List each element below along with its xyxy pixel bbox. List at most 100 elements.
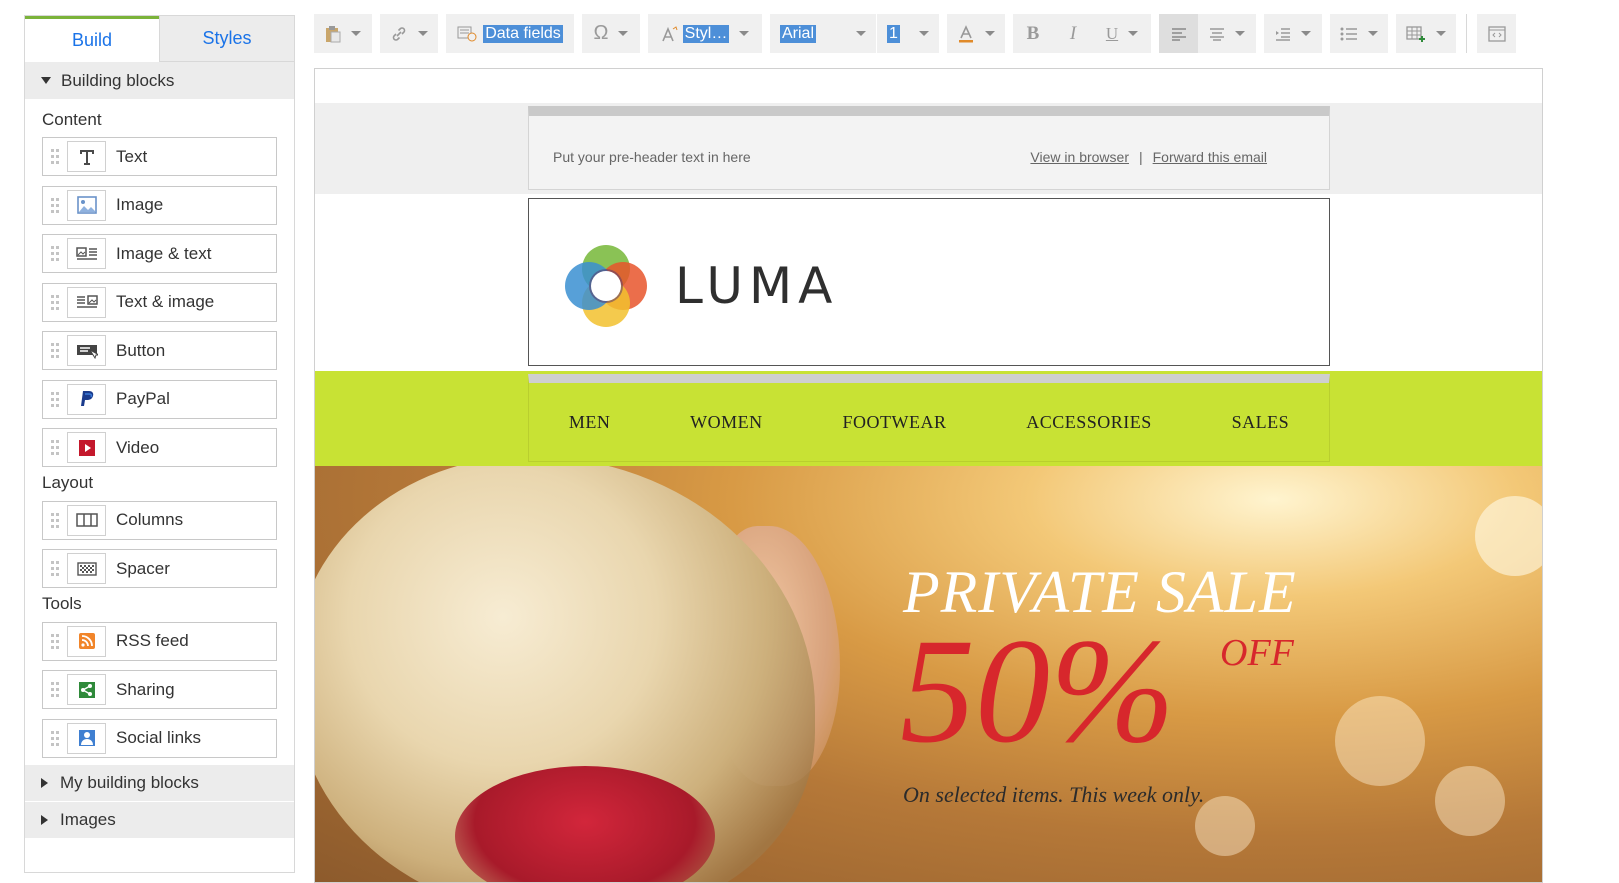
tools-group-title: Tools	[42, 593, 82, 613]
view-in-browser-link[interactable]: View in browser	[1030, 149, 1129, 165]
drag-handle-icon[interactable]	[43, 623, 67, 660]
dropdown-arrow-icon	[1235, 31, 1245, 36]
panel-tabs: Build Styles	[25, 16, 294, 62]
nav-link-accessories[interactable]: ACCESSORIES	[1026, 412, 1152, 433]
align-center-icon	[1210, 27, 1224, 41]
font-size-select[interactable]: 1	[877, 14, 939, 53]
email-nav-bar[interactable]: MEN WOMEN FOOTWEAR ACCESSORIES SALES	[528, 374, 1330, 462]
drag-handle-icon[interactable]	[43, 502, 67, 539]
font-family-value: Arial	[780, 24, 817, 43]
bokeh-light	[1435, 766, 1505, 836]
dropdown-arrow-icon	[351, 31, 361, 36]
dropdown-arrow-icon	[985, 31, 995, 36]
text-color-button[interactable]	[947, 14, 1005, 53]
video-icon	[67, 432, 106, 463]
block-sharing[interactable]: Sharing	[42, 670, 277, 709]
logo-block[interactable]: LUMA	[528, 198, 1330, 366]
styles-dropdown[interactable]: Styl…	[648, 14, 762, 53]
toolbar-separator	[1466, 14, 1467, 53]
list-button[interactable]	[1330, 14, 1388, 53]
paste-button[interactable]	[314, 14, 372, 53]
block-label: RSS feed	[116, 631, 189, 650]
my-building-blocks-label: My building blocks	[60, 773, 199, 792]
text-icon	[67, 141, 106, 172]
drag-handle-icon[interactable]	[43, 429, 67, 466]
drag-handle-icon[interactable]	[43, 284, 67, 321]
content-group-title: Content	[42, 110, 102, 129]
preheader-block[interactable]: Put your pre-header text in here View in…	[528, 106, 1330, 190]
block-label: Spacer	[116, 558, 170, 578]
insert-table-button[interactable]	[1396, 14, 1456, 53]
block-label: Video	[116, 437, 160, 457]
styles-value: Styl…	[682, 24, 730, 43]
block-label: PayPal	[116, 389, 170, 408]
underline-button[interactable]: U	[1093, 14, 1151, 53]
font-family-select[interactable]: Arial	[770, 14, 876, 53]
promo-off: OFF	[1220, 632, 1294, 674]
drag-handle-icon[interactable]	[43, 550, 67, 587]
source-code-icon	[1487, 25, 1506, 42]
block-label: Sharing	[116, 679, 175, 699]
drag-handle-icon[interactable]	[43, 720, 67, 757]
my-building-blocks-header[interactable]: My building blocks	[25, 764, 294, 801]
block-social-links[interactable]: Social links	[42, 718, 277, 758]
block-text[interactable]: Text	[42, 137, 277, 176]
link-button[interactable]	[380, 14, 438, 53]
block-rss-feed[interactable]: RSS feed	[42, 621, 277, 661]
drag-handle-icon[interactable]	[43, 235, 67, 272]
nav-link-men[interactable]: MEN	[569, 412, 611, 433]
image-text-icon	[67, 238, 106, 269]
align-left-icon	[1171, 27, 1186, 41]
logo-wordmark: LUMA	[675, 257, 839, 315]
block-spacer[interactable]: Spacer	[42, 549, 277, 588]
block-columns[interactable]: Columns	[42, 500, 277, 540]
block-label: Button	[116, 340, 166, 360]
nav-link-footwear[interactable]: FOOTWEAR	[842, 412, 946, 433]
rss-icon	[67, 625, 106, 657]
email-canvas[interactable]: Put your pre-header text in here View in…	[314, 68, 1543, 883]
dropdown-arrow-icon	[1368, 31, 1378, 36]
dropdown-arrow-icon	[856, 31, 866, 36]
images-header[interactable]: Images	[25, 801, 294, 838]
drag-handle-icon[interactable]	[43, 381, 67, 418]
nav-link-women[interactable]: WOMEN	[690, 412, 763, 433]
block-video[interactable]: Video	[42, 428, 277, 467]
preheader-text[interactable]: Put your pre-header text in here	[553, 149, 751, 165]
drag-handle-icon[interactable]	[43, 138, 67, 175]
bulleted-list-icon	[1340, 27, 1357, 40]
tab-styles[interactable]: Styles	[159, 16, 294, 62]
block-text-image[interactable]: Text & image	[42, 282, 277, 322]
hero-banner[interactable]: PRIVATE SALE 50% OFF On selected items. …	[315, 466, 1542, 882]
spacer-icon	[67, 553, 106, 584]
align-left-button[interactable]	[1159, 14, 1198, 53]
dropdown-arrow-icon	[919, 31, 929, 36]
special-character-button[interactable]: Ω	[582, 14, 640, 53]
block-button[interactable]: Button	[42, 331, 277, 370]
block-image-text[interactable]: Image & text	[42, 234, 277, 273]
block-paypal[interactable]: PayPal	[42, 379, 277, 419]
data-fields-button[interactable]: Data fields	[446, 14, 574, 53]
underline-icon: U	[1105, 23, 1119, 43]
italic-button[interactable]: I	[1053, 14, 1093, 53]
dropdown-arrow-icon	[739, 31, 750, 36]
italic-icon: I	[1069, 22, 1077, 44]
promo-percent: 50%	[900, 608, 1175, 774]
block-image[interactable]: Image	[42, 185, 277, 225]
tab-build[interactable]: Build	[25, 16, 159, 62]
forward-email-link[interactable]: Forward this email	[1153, 149, 1267, 165]
block-label: Image & text	[116, 243, 212, 263]
drag-handle-icon[interactable]	[43, 671, 67, 708]
building-blocks-header[interactable]: Building blocks	[25, 62, 294, 99]
nav-link-sales[interactable]: SALES	[1232, 412, 1290, 433]
dropdown-arrow-icon	[1301, 31, 1311, 36]
source-code-button[interactable]	[1477, 14, 1516, 53]
indent-button[interactable]	[1264, 14, 1322, 53]
drag-handle-icon[interactable]	[43, 187, 67, 224]
drag-handle-icon[interactable]	[43, 332, 67, 369]
align-center-button[interactable]	[1198, 14, 1256, 53]
building-blocks-label: Building blocks	[61, 70, 175, 90]
promo-subtitle: On selected items. This week only.	[903, 782, 1205, 807]
layout-blocks: Columns Spacer	[25, 500, 294, 588]
bold-button[interactable]: B	[1013, 14, 1053, 53]
omega-icon: Ω	[593, 22, 609, 44]
